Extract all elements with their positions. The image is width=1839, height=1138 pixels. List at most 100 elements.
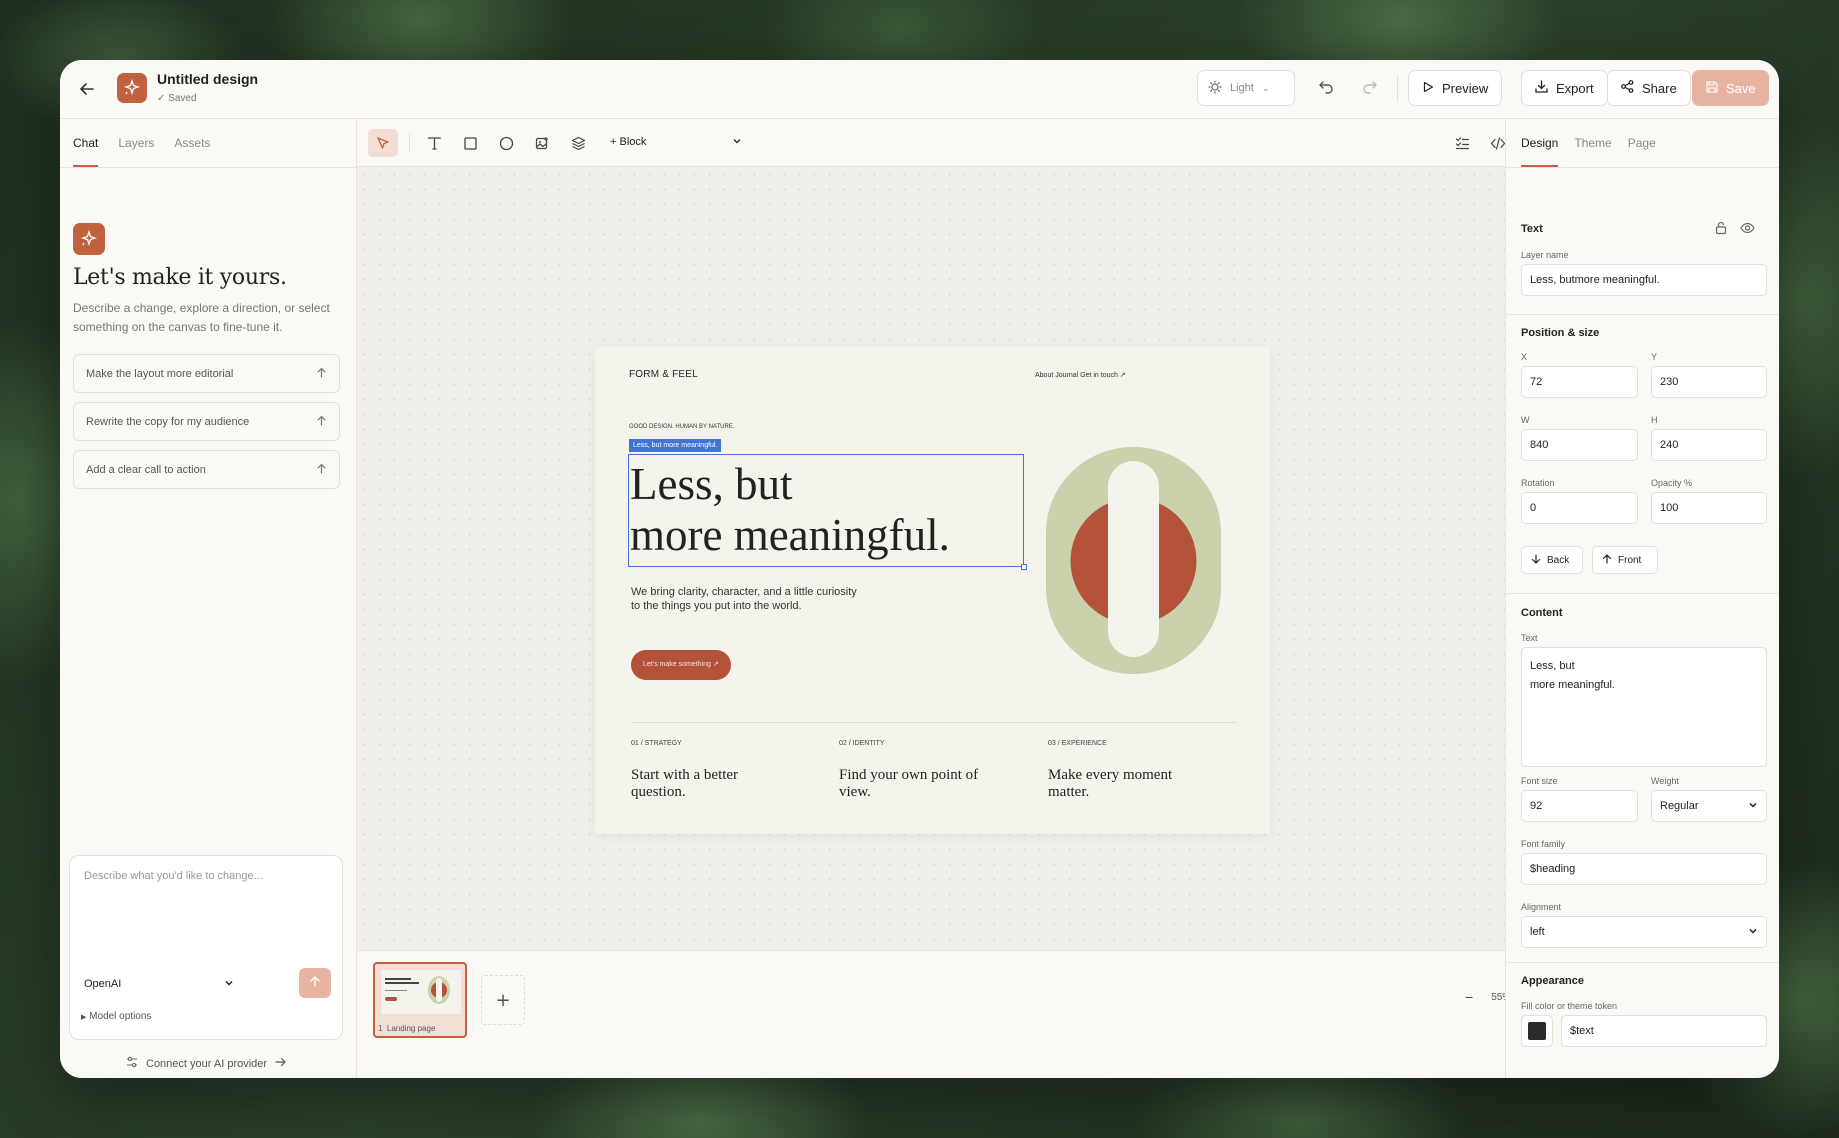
- back-label: Back: [1547, 554, 1570, 566]
- section-position-size: Position & size: [1521, 327, 1600, 339]
- suggestion-editorial[interactable]: Make the layout more editorial: [73, 354, 340, 393]
- chat-input[interactable]: Describe what you'd like to change...: [84, 870, 263, 882]
- left-tabs: Chat Layers Assets: [73, 119, 210, 167]
- opacity-label: Opacity %: [1651, 478, 1693, 488]
- toolbar-divider: [409, 133, 410, 153]
- tab-page[interactable]: Page: [1628, 119, 1656, 167]
- share-button[interactable]: Share: [1607, 70, 1691, 106]
- section-appearance: Appearance: [1521, 975, 1584, 987]
- hero-cta-button[interactable]: Let's make something ↗: [631, 650, 731, 680]
- feature-strategy[interactable]: 01 / STRATEGY Start with a better questi…: [631, 740, 821, 801]
- bring-front-button[interactable]: Front: [1592, 546, 1658, 574]
- alignment-select[interactable]: left: [1521, 916, 1767, 948]
- layers-stack-icon[interactable]: [563, 129, 593, 157]
- page-name: Landing page: [386, 1024, 436, 1033]
- arrow-up-icon: [309, 975, 321, 991]
- image-tool-icon[interactable]: [527, 129, 557, 157]
- site-brand[interactable]: FORM & FEEL: [629, 369, 698, 380]
- hero-heading[interactable]: Less, but more meaningful.: [630, 459, 1022, 561]
- pages-bar: 1 Landing page + − 55% +: [357, 950, 1537, 1078]
- send-back-button[interactable]: Back: [1521, 546, 1583, 574]
- arrow-up-icon: [316, 415, 327, 429]
- divider: [1506, 593, 1779, 594]
- feature-title: Make every moment matter.: [1048, 767, 1173, 800]
- opacity-field[interactable]: 100: [1651, 492, 1767, 524]
- canvas-toolbar: + Block: [357, 119, 1540, 167]
- y-field[interactable]: 230: [1651, 366, 1767, 398]
- chevron-down-icon[interactable]: [732, 135, 742, 149]
- model-options-toggle[interactable]: ▶ Model options: [81, 1011, 151, 1022]
- rectangle-tool-icon[interactable]: [455, 129, 485, 157]
- eye-icon[interactable]: [1740, 220, 1755, 239]
- feature-label: 01 / STRATEGY: [631, 740, 682, 747]
- connect-label: Connect your AI provider: [146, 1057, 268, 1070]
- hero-artwork[interactable]: [1045, 445, 1222, 676]
- fill-token-field[interactable]: $text: [1561, 1015, 1767, 1047]
- h-field[interactable]: 240: [1651, 429, 1767, 461]
- font-size-field[interactable]: 92: [1521, 790, 1638, 822]
- h-label: H: [1651, 415, 1658, 425]
- redo-icon[interactable]: [1362, 78, 1378, 98]
- fill-color-swatch[interactable]: [1521, 1015, 1553, 1047]
- provider-select[interactable]: OpenAI: [84, 974, 234, 994]
- page-thumbnail-landing[interactable]: 1 Landing page: [373, 962, 467, 1038]
- w-field[interactable]: 840: [1521, 429, 1638, 461]
- font-family-field[interactable]: $heading: [1521, 853, 1767, 885]
- hero-body[interactable]: We bring clarity, character, and a littl…: [631, 585, 881, 613]
- triangle-right-icon: ▶: [81, 1014, 87, 1021]
- tab-assets[interactable]: Assets: [174, 119, 210, 167]
- add-page-button[interactable]: +: [481, 975, 525, 1025]
- suggestion-rewrite[interactable]: Rewrite the copy for my audience: [73, 402, 340, 441]
- plus-icon: +: [495, 989, 511, 1011]
- zoom-out-icon[interactable]: −: [1465, 989, 1473, 1005]
- hero-heading-line: more meaningful.: [630, 510, 950, 560]
- ellipse-tool-icon[interactable]: [491, 129, 521, 157]
- rotation-label: Rotation: [1521, 478, 1555, 488]
- site-nav[interactable]: About Journal Get in touch ↗: [1035, 371, 1126, 379]
- add-block-button[interactable]: + Block: [610, 136, 646, 148]
- feature-identity[interactable]: 02 / IDENTITY Find your own point of vie…: [839, 740, 1029, 801]
- select-tool-cursor-icon[interactable]: [368, 129, 398, 157]
- connect-provider-link[interactable]: Connect your AI provider: [126, 1056, 287, 1071]
- tab-layers[interactable]: Layers: [118, 119, 154, 167]
- tab-design[interactable]: Design: [1521, 119, 1559, 167]
- weight-value: Regular: [1660, 800, 1699, 812]
- send-button[interactable]: [299, 968, 331, 998]
- theme-select[interactable]: Light ⌄: [1197, 70, 1295, 106]
- resize-handle[interactable]: [1021, 564, 1027, 570]
- weight-select[interactable]: Regular: [1651, 790, 1767, 822]
- back-arrow-icon[interactable]: [74, 76, 100, 102]
- document-title[interactable]: Untitled design: [157, 71, 258, 87]
- rotation-field[interactable]: 0: [1521, 492, 1638, 524]
- feature-experience[interactable]: 03 / EXPERIENCE Make every moment matter…: [1048, 740, 1238, 801]
- divider: [1506, 314, 1779, 315]
- x-field[interactable]: 72: [1521, 366, 1638, 398]
- undo-icon[interactable]: [1318, 78, 1334, 98]
- preview-button[interactable]: Preview: [1408, 70, 1502, 106]
- checklist-icon[interactable]: [1447, 129, 1477, 157]
- right-tabs: Design Theme Page: [1521, 119, 1656, 167]
- theme-select-value: Light: [1230, 82, 1254, 94]
- section-content: Content: [1521, 607, 1563, 619]
- preview-label: Preview: [1442, 80, 1489, 96]
- suggestion-cta[interactable]: Add a clear call to action: [73, 450, 340, 489]
- text-tool-icon[interactable]: [419, 129, 449, 157]
- left-panel: Chat Layers Assets Let's make it yours. …: [60, 119, 357, 1078]
- text-content-field[interactable]: Less, but more meaningful.: [1521, 647, 1767, 767]
- ai-sparkle-icon: [73, 223, 105, 255]
- chevron-down-icon: [224, 978, 234, 991]
- site-eyebrow[interactable]: GOOD DESIGN. HUMAN BY NATURE.: [629, 424, 734, 430]
- right-panel: Design Theme Page Text Layer name Less, …: [1505, 119, 1779, 1078]
- thumbnail-preview: [381, 970, 461, 1014]
- play-icon: [1422, 81, 1434, 96]
- suggestion-label: Make the layout more editorial: [86, 367, 234, 380]
- artboard-landing-page[interactable]: FORM & FEEL About Journal Get in touch ↗…: [595, 347, 1270, 834]
- layer-name-field[interactable]: Less, butmore meaningful.: [1521, 264, 1767, 296]
- save-button[interactable]: Save: [1692, 70, 1769, 106]
- save-status-text: Saved: [168, 93, 197, 104]
- export-button[interactable]: Export: [1521, 70, 1608, 106]
- tab-theme[interactable]: Theme: [1574, 119, 1611, 167]
- section-text: Text: [1521, 223, 1543, 235]
- lock-icon[interactable]: [1714, 220, 1728, 239]
- tab-chat[interactable]: Chat: [73, 119, 99, 167]
